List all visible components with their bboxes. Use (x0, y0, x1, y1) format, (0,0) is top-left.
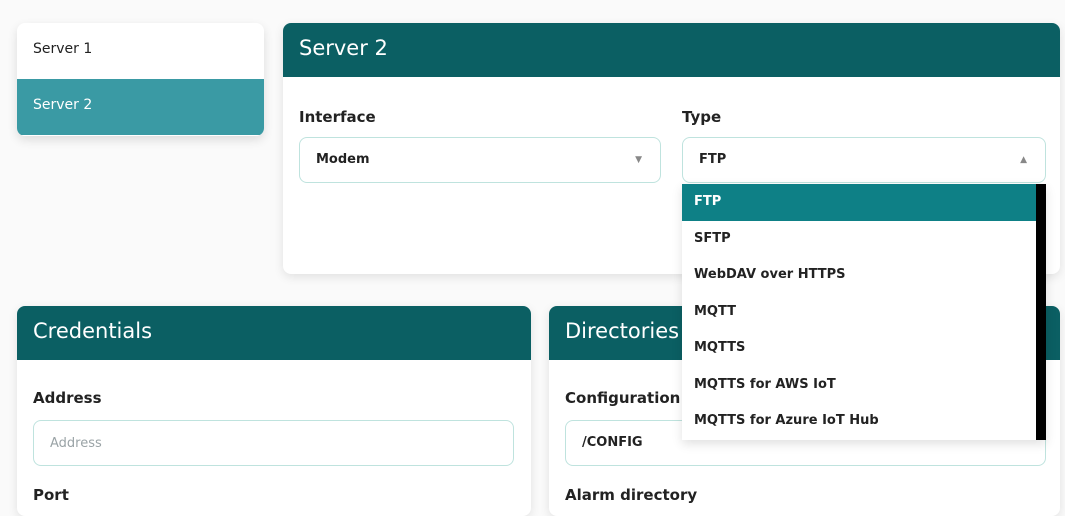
type-option-webdav-over-https[interactable]: WebDAV over HTTPS (682, 257, 1036, 294)
type-dropdown-menu: FTP SFTP WebDAV over HTTPS MQTT MQTTS MQ… (682, 184, 1046, 440)
sidebar-item-label: Server 2 (33, 97, 93, 113)
alarm-directory-label: Alarm directory (565, 486, 698, 504)
sidebar-item-server-1[interactable]: Server 1 (17, 23, 264, 79)
configuration-label: Configuration (565, 389, 681, 407)
credentials-card-title: Credentials (17, 306, 531, 360)
interface-label: Interface (299, 108, 376, 126)
dropdown-scrollbar[interactable] (1036, 184, 1046, 440)
sidebar-item-server-2[interactable]: Server 2 (17, 79, 264, 135)
chevron-up-icon: ▲ (1020, 155, 1027, 165)
type-option-ftp[interactable]: FTP (682, 184, 1036, 221)
port-label: Port (33, 486, 69, 504)
server-card-title: Server 2 (283, 23, 1060, 77)
server-sidebar: Server 1 Server 2 (17, 23, 264, 136)
type-option-sftp[interactable]: SFTP (682, 221, 1036, 258)
type-option-mqtts[interactable]: MQTTS (682, 330, 1036, 367)
type-select-value: FTP (699, 152, 727, 167)
type-option-mqtts-aws-iot[interactable]: MQTTS for AWS IoT (682, 367, 1036, 404)
interface-select-value: Modem (316, 152, 370, 167)
interface-select[interactable]: Modem ▼ (299, 137, 661, 183)
address-input[interactable] (33, 420, 514, 466)
type-label: Type (682, 108, 722, 126)
address-label: Address (33, 389, 102, 407)
type-select[interactable]: FTP ▲ (682, 137, 1046, 183)
credentials-card: Credentials (17, 306, 531, 516)
chevron-down-icon: ▼ (635, 155, 642, 165)
type-option-mqtts-azure-iot-hub[interactable]: MQTTS for Azure IoT Hub (682, 403, 1036, 440)
configuration-directory-value: /CONFIG (582, 435, 643, 450)
type-option-mqtt[interactable]: MQTT (682, 294, 1036, 331)
sidebar-item-label: Server 1 (33, 41, 93, 57)
